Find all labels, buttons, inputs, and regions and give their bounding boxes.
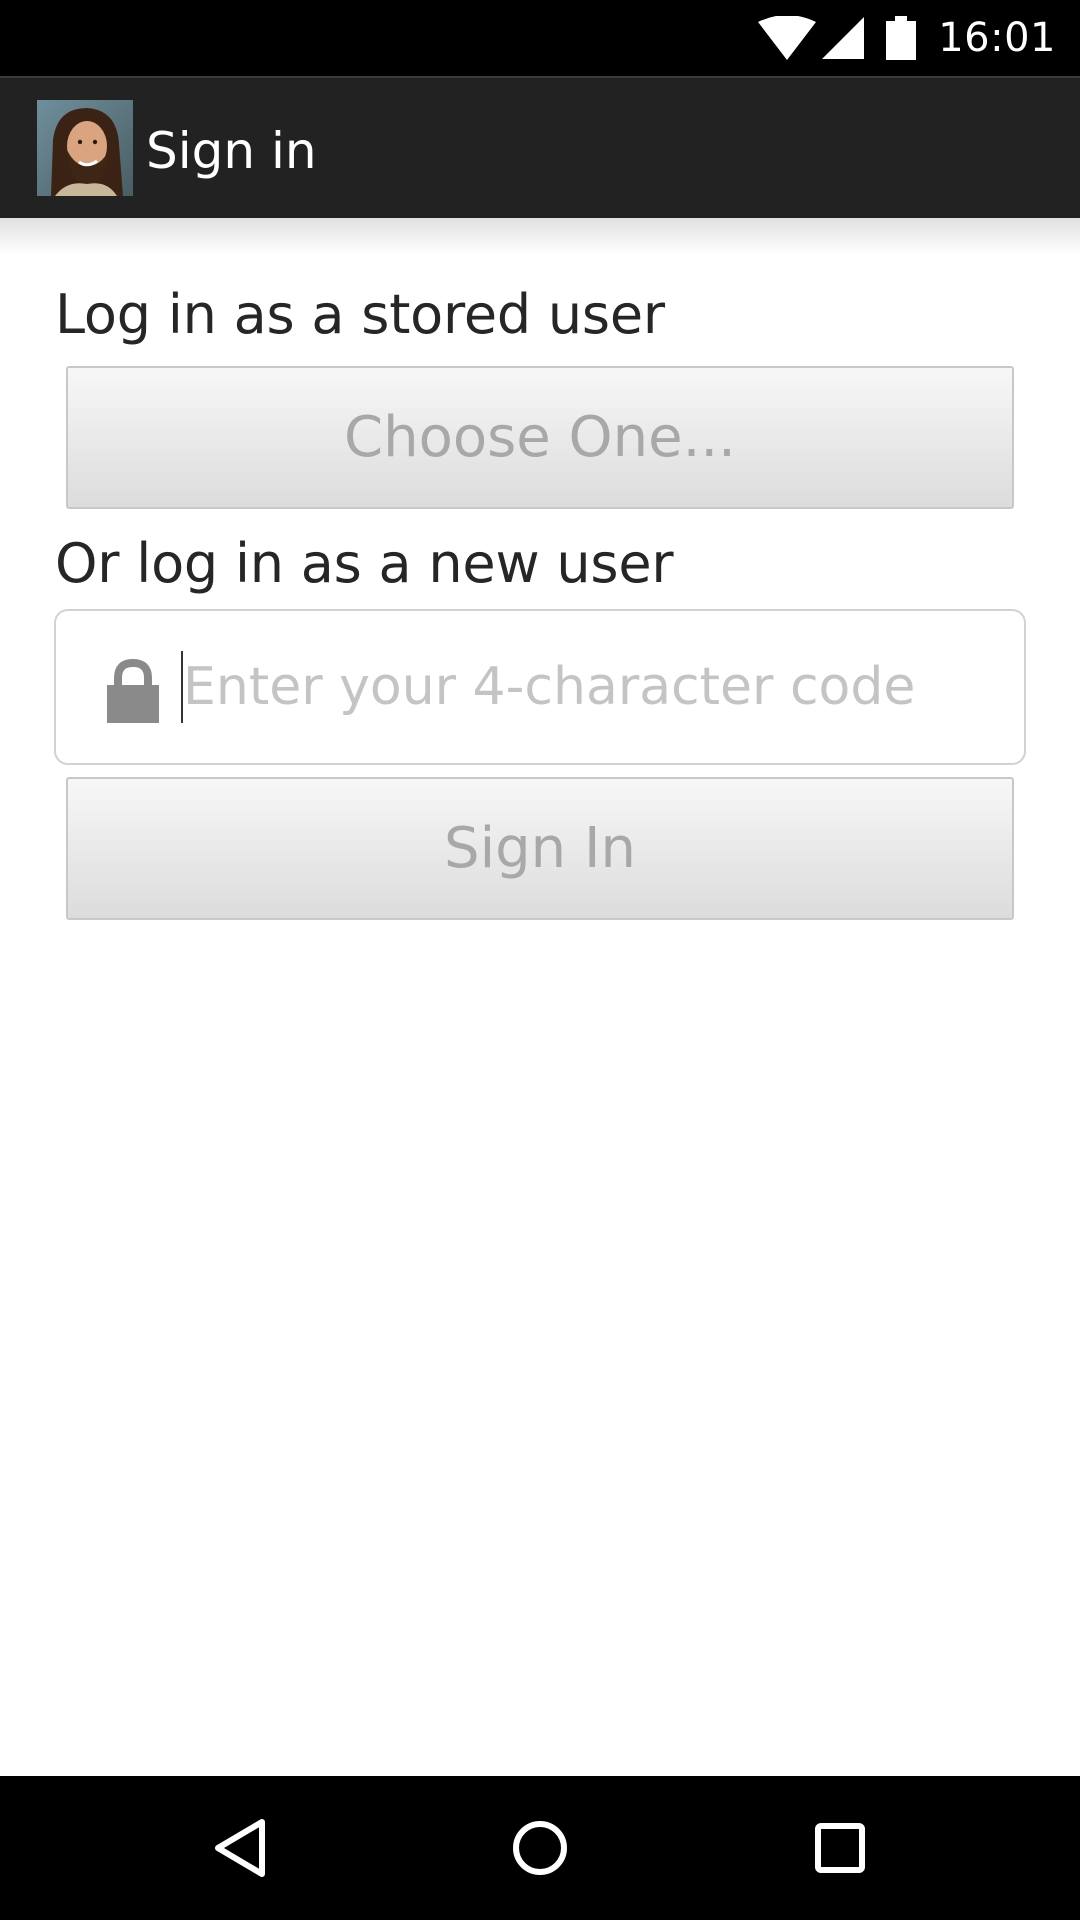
stored-user-label: Log in as a stored user [55,283,665,346]
screen: 16:01 Sign in Log in as a stored user Ch… [0,0,1080,1920]
cell-signal-icon [822,17,865,59]
code-field[interactable] [54,609,1026,765]
page-title: Sign in [146,122,317,180]
status-icons: 16:01 [758,0,1056,76]
new-user-label: Or log in as a new user [55,532,674,595]
app-avatar[interactable] [37,100,133,196]
choose-user-button[interactable]: Choose One... [66,366,1014,509]
home-icon[interactable] [504,1812,576,1884]
navigation-bar [0,1776,1080,1920]
battery-icon [886,16,917,60]
sign-in-button[interactable]: Sign In [66,777,1014,920]
recents-icon[interactable] [804,1812,876,1884]
lock-icon [106,658,160,723]
back-icon[interactable] [204,1812,276,1884]
status-bar: 16:01 [0,0,1080,76]
wifi-icon [758,16,817,60]
status-time: 16:01 [938,15,1056,61]
code-input[interactable] [183,631,983,743]
action-bar: Sign in [0,76,1080,218]
action-bar-shadow [0,218,1080,254]
